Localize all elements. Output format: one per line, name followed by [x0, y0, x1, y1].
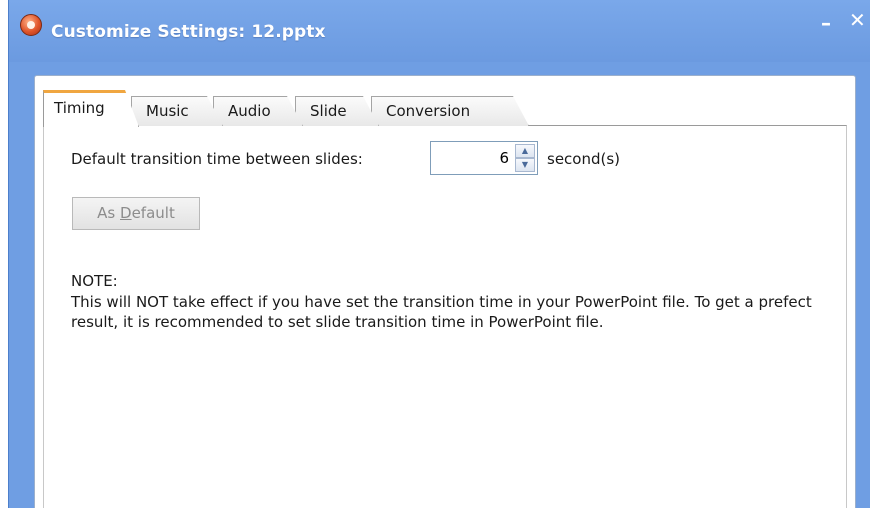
transition-time-label: Default transition time between slides: [71, 150, 363, 168]
tab-timing[interactable]: Timing [43, 90, 139, 127]
transition-time-value[interactable]: 6 [499, 149, 509, 167]
as-default-button[interactable]: As Default [72, 197, 200, 230]
transition-time-stepper[interactable]: 6 ▲ ▼ [430, 141, 538, 175]
tab-slide[interactable]: Slide [295, 96, 379, 126]
stepper-down-icon[interactable]: ▼ [515, 158, 535, 172]
tab-audio[interactable]: Audio [213, 96, 303, 126]
close-button[interactable]: ✕ [849, 10, 866, 30]
seconds-unit-label: second(s) [547, 150, 621, 168]
minimize-button[interactable]: – [821, 13, 831, 33]
tab-conversion[interactable]: Conversion [371, 96, 529, 126]
settings-window: Customize Settings: 12.pptx – ✕ Conversi… [8, 0, 870, 508]
note-heading: NOTE: [71, 272, 118, 290]
as-default-mnemonic: D [120, 204, 132, 222]
tab-strip: Conversion Slide Audio Music Timing [43, 90, 563, 126]
window-title: Customize Settings: 12.pptx [51, 22, 326, 42]
as-default-suffix: efault [131, 204, 175, 222]
stepper-up-icon[interactable]: ▲ [515, 144, 535, 158]
note-text: This will NOT take effect if you have se… [71, 293, 812, 331]
tab-music[interactable]: Music [131, 96, 223, 126]
title-bar[interactable]: Customize Settings: 12.pptx – ✕ [9, 0, 870, 62]
app-logo-icon [20, 14, 42, 36]
as-default-prefix: As [97, 204, 121, 222]
dialog-client-area: Conversion Slide Audio Music Timing Defa… [34, 75, 856, 508]
stepper-buttons: ▲ ▼ [515, 144, 535, 172]
